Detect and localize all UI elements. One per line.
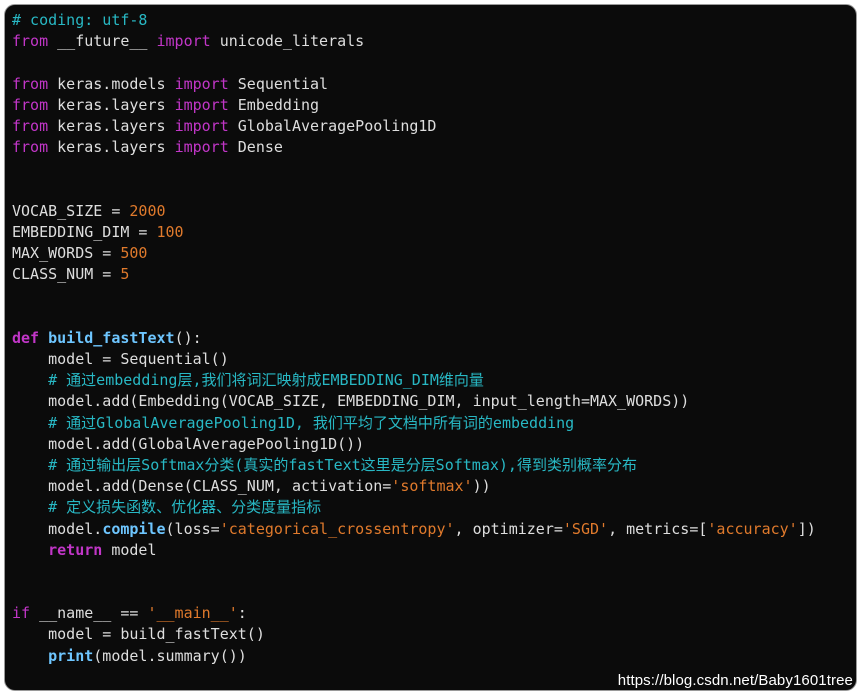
code-token-code-text: model.add(Dense(CLASS_NUM, activation= <box>12 477 392 496</box>
code-token-code-text: __future__ <box>48 32 157 51</box>
code-token-code-text: Embedding <box>228 95 320 114</box>
code-token-string: '__main__' <box>147 604 238 623</box>
code-token-code-text: GlobalAveragePooling1D <box>228 116 437 135</box>
code-token-code-text: model.add(Embedding(VOCAB_SIZE, EMBEDDIN… <box>12 392 690 411</box>
code-token-string: 'softmax' <box>391 477 473 496</box>
code-token-code-text: ]) <box>797 519 816 538</box>
code-token-keyword: from <box>12 74 49 93</box>
code-token-function-name: compile <box>102 519 166 538</box>
code-line: model.compile(loss='categorical_crossent… <box>12 519 816 540</box>
code-token-keyword: from <box>12 116 49 135</box>
code-line: # 通过GlobalAveragePooling1D, 我们平均了文档中所有词的… <box>12 413 816 434</box>
code-token-code-text: EMBEDDING_DIM = <box>12 222 157 241</box>
code-line: print(model.summary()) <box>12 646 816 667</box>
code-token-code-text: : <box>237 604 247 623</box>
code-line: from __future__ import unicode_literals <box>12 31 816 52</box>
code-token-code-text <box>39 329 48 347</box>
code-line: model = build_fastText() <box>12 624 816 645</box>
code-token-function-name: build_fastText <box>48 328 175 347</box>
code-token-code-text: (model.summary()) <box>93 646 247 665</box>
code-token-code-text <box>12 647 48 665</box>
code-token-code-text: __name__ == <box>30 604 148 623</box>
code-line: from keras.layers import GlobalAveragePo… <box>12 116 816 137</box>
code-line: from keras.layers import Dense <box>12 137 816 158</box>
code-line: model.add(GlobalAveragePooling1D()) <box>12 434 816 455</box>
code-token-number: 2000 <box>129 201 166 220</box>
code-block: # coding: utf-8 from __future__ import un… <box>12 10 816 667</box>
code-token-number: 500 <box>120 244 148 263</box>
watermark: https://blog.csdn.net/Baby1601tree <box>617 672 853 689</box>
code-token-code-text: model = build_fastText() <box>12 625 265 644</box>
code-token-comment: # 定义损失函数、优化器、分类度量指标 <box>12 498 322 517</box>
code-line: CLASS_NUM = 5 <box>12 264 816 285</box>
code-token-keyword: from <box>12 32 49 51</box>
code-token-code-text: )) <box>472 477 491 496</box>
code-token-keyword: import <box>174 95 229 114</box>
code-token-code-text: keras.layers <box>48 95 175 114</box>
code-line: model = Sequential() <box>12 349 816 370</box>
code-token-keyword: import <box>156 32 211 51</box>
code-line: model.add(Dense(CLASS_NUM, activation='s… <box>12 476 816 497</box>
code-token-code-text: , optimizer= <box>454 519 563 538</box>
code-token-code-text: Dense <box>228 138 283 157</box>
code-line: if __name__ == '__main__': <box>12 603 816 624</box>
code-token-keyword: def <box>12 328 40 347</box>
code-token-keyword: import <box>174 116 229 135</box>
code-token-keyword: if <box>12 604 31 623</box>
code-token-code-text: model.add(GlobalAveragePooling1D()) <box>12 434 365 453</box>
code-token-code-text: Sequential <box>228 74 329 93</box>
code-token-code-text: model. <box>12 519 103 538</box>
code-line: from keras.layers import Embedding <box>12 95 816 116</box>
code-line: # 通过输出层Softmax分类(真实的fastText这里是分层Softmax… <box>12 455 816 476</box>
code-token-comment: # coding: utf-8 <box>12 11 148 29</box>
code-line: # 通过embedding层,我们将词汇映射成EMBEDDING_DIM维向量 <box>12 370 816 391</box>
code-token-keyword: return <box>48 540 103 559</box>
code-token-code-text: keras.models <box>48 74 175 93</box>
code-token-keyword: from <box>12 95 49 114</box>
code-token-function-name: print <box>48 646 94 665</box>
code-line: def build_fastText(): <box>12 328 816 349</box>
code-line: # 定义损失函数、优化器、分类度量指标 <box>12 497 816 518</box>
code-token-code-text: (loss= <box>165 519 220 538</box>
code-token-code-text: CLASS_NUM = <box>12 265 121 284</box>
code-token-string: 'accuracy' <box>707 519 798 538</box>
code-line: EMBEDDING_DIM = 100 <box>12 222 816 243</box>
code-token-comment: # 通过GlobalAveragePooling1D, 我们平均了文档中所有词的… <box>12 413 575 432</box>
code-screenshot-frame: # coding: utf-8 from __future__ import un… <box>4 4 857 691</box>
code-token-code-text <box>12 541 48 559</box>
code-token-code-text: model <box>102 540 157 559</box>
code-token-code-text: model = Sequential() <box>12 350 229 368</box>
code-line: MAX_WORDS = 500 <box>12 243 816 264</box>
code-token-string: 'categorical_crossentropy' <box>219 519 455 538</box>
code-token-code-text: , metrics=[ <box>608 519 708 538</box>
code-token-keyword: import <box>174 74 229 93</box>
code-token-comment: # 通过输出层Softmax分类(真实的fastText这里是分层Softmax… <box>12 455 637 474</box>
code-token-keyword: from <box>12 138 49 157</box>
code-token-code-text: unicode_literals <box>210 32 365 51</box>
code-token-code-text: MAX_WORDS = <box>12 244 121 263</box>
code-token-code-text: VOCAB_SIZE = <box>12 201 130 220</box>
code-token-string: 'SGD' <box>562 519 609 538</box>
code-line: model.add(Embedding(VOCAB_SIZE, EMBEDDIN… <box>12 391 816 412</box>
code-line: VOCAB_SIZE = 2000 <box>12 201 816 222</box>
code-line: return model <box>12 540 816 561</box>
code-token-number: 100 <box>156 222 184 241</box>
code-token-number: 5 <box>120 265 130 284</box>
code-token-comment: # 通过embedding层,我们将词汇映射成EMBEDDING_DIM维向量 <box>12 371 484 390</box>
code-token-keyword: import <box>174 138 229 157</box>
code-line: from keras.models import Sequential <box>12 74 816 95</box>
code-token-code-text: (): <box>174 328 202 347</box>
code-line: # coding: utf-8 <box>12 10 816 31</box>
code-token-code-text: keras.layers <box>48 116 175 135</box>
code-token-code-text: keras.layers <box>48 138 175 157</box>
